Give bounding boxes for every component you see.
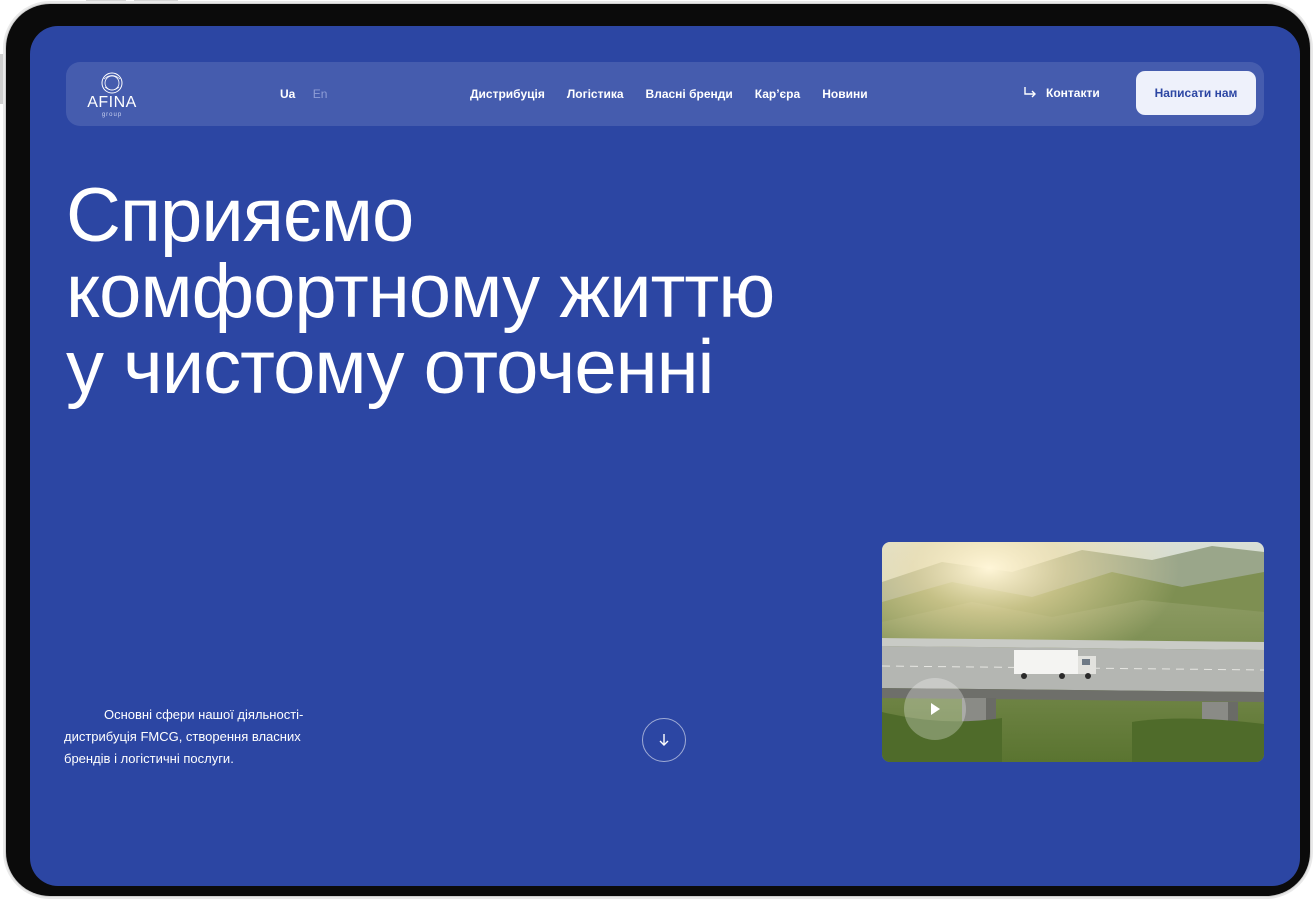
- arrow-down-icon: [659, 734, 669, 746]
- arrow-turn-right-icon: [1024, 87, 1036, 98]
- language-switcher: Ua En: [280, 87, 341, 101]
- headline-line: Сприяємо: [66, 173, 414, 258]
- play-icon: [931, 703, 940, 715]
- header-nav: AFINA group Ua En Дистрибуція Логістика …: [66, 62, 1264, 126]
- hero-headline: Сприяємо комфортному життю у чистому ото…: [66, 173, 775, 410]
- menu-item-career[interactable]: Кар’єра: [755, 87, 800, 101]
- logo-emblem-icon: [101, 72, 123, 94]
- write-to-us-button[interactable]: Написати нам: [1136, 71, 1256, 115]
- page-screen: AFINA group Ua En Дистрибуція Логістика …: [30, 26, 1300, 886]
- tablet-frame: AFINA group Ua En Дистрибуція Логістика …: [6, 4, 1310, 896]
- headline-line: комфортному життю: [66, 249, 775, 334]
- lang-ua[interactable]: Ua: [280, 87, 295, 101]
- hero-description: Основні сфери нашої діяльності- дистрибу…: [64, 707, 304, 766]
- menu-item-distribution[interactable]: Дистрибуція: [470, 87, 545, 101]
- lang-en[interactable]: En: [313, 87, 328, 101]
- main-menu: Дистрибуція Логістика Власні бренди Кар’…: [470, 87, 890, 101]
- video-preview[interactable]: [882, 542, 1264, 762]
- contacts-link[interactable]: Контакти: [1022, 86, 1100, 100]
- menu-item-own-brands[interactable]: Власні бренди: [646, 87, 733, 101]
- headline-line: у чистому оточенні: [66, 325, 714, 410]
- device-side-button: [0, 54, 4, 104]
- brand-logo[interactable]: AFINA group: [82, 70, 142, 120]
- scroll-down-button[interactable]: [642, 718, 686, 762]
- logo-tagline: group: [101, 112, 123, 118]
- contacts-label: Контакти: [1046, 86, 1100, 100]
- menu-item-logistics[interactable]: Логістика: [567, 87, 624, 101]
- logo-wordmark: AFINA: [87, 94, 137, 111]
- play-button[interactable]: [904, 678, 966, 740]
- menu-item-news[interactable]: Новини: [822, 87, 867, 101]
